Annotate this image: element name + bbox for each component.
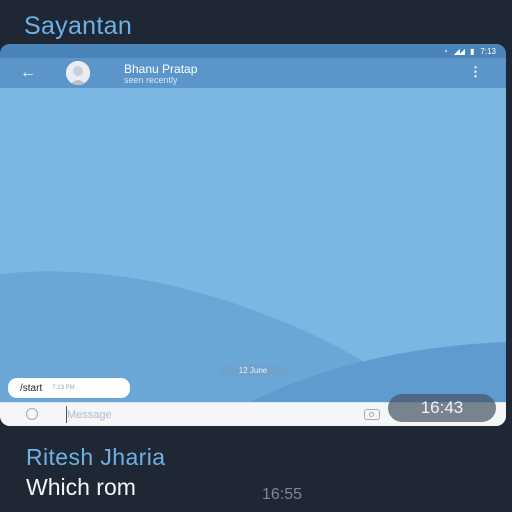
message-input[interactable]	[66, 406, 327, 423]
chat-header: ← Bhanu Pratap seen recently ⋮	[0, 58, 506, 88]
image-timestamp: 16:43	[388, 394, 496, 422]
contact-name[interactable]: Bhanu Pratap	[124, 62, 197, 76]
status-time: 7:13	[480, 46, 496, 56]
contact-status: seen recently	[124, 75, 178, 85]
bottom-message-time: 16:55	[262, 486, 303, 503]
bottom-sender-name: Ritesh Jharia	[26, 444, 166, 470]
signal-icon: ◢◢	[453, 46, 465, 56]
top-sender-name: Sayantan	[24, 12, 133, 40]
camera-icon[interactable]	[364, 409, 380, 420]
avatar[interactable]	[66, 61, 90, 85]
date-label: 12 June	[218, 364, 288, 378]
message-text: /start	[20, 382, 43, 394]
battery-icon: ▮	[470, 46, 475, 56]
message-bubble[interactable]: /start 7:13 PM	[8, 378, 130, 398]
message-time: 7:13 PM	[52, 385, 75, 391]
vertical-dots-icon[interactable]: ⋮	[469, 65, 482, 79]
arrow-left-icon[interactable]: ←	[20, 63, 36, 83]
bottom-message-text: Which rom	[26, 474, 136, 500]
status-bar: ◔ ◢◢ ▮ 7:13	[0, 44, 506, 58]
wifi-icon: ◔	[442, 46, 448, 56]
chat-background	[0, 88, 506, 402]
forwarded-screenshot[interactable]: ◔ ◢◢ ▮ 7:13 ← Bhanu Pratap seen recently…	[0, 44, 506, 426]
smile-icon[interactable]	[26, 408, 38, 420]
avatar-face-icon	[66, 61, 90, 85]
